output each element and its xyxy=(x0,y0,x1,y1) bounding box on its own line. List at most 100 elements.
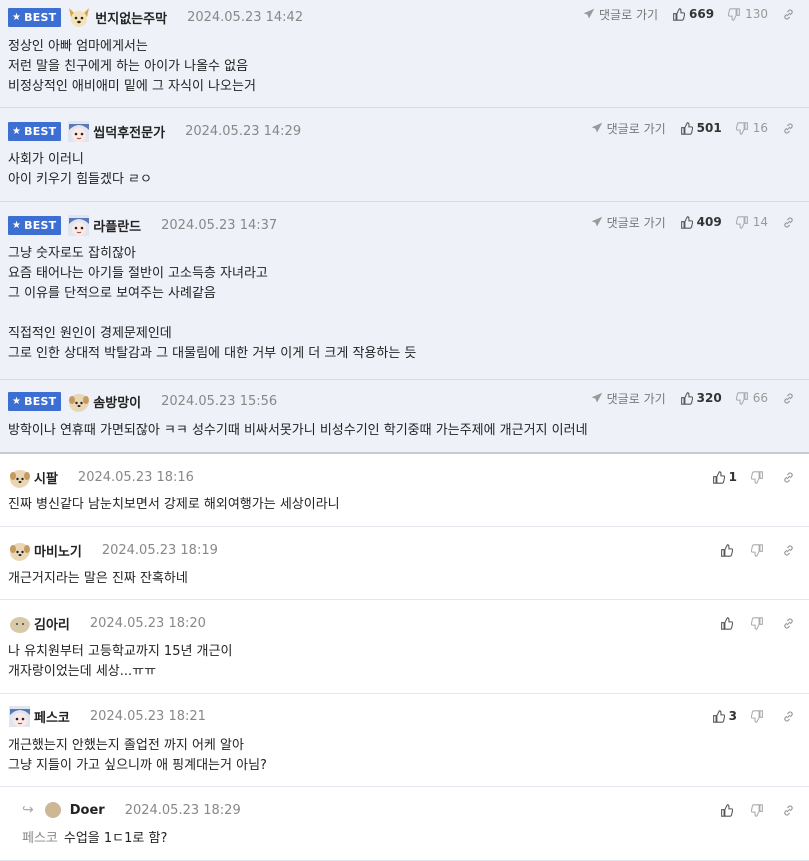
comment-line xyxy=(8,304,416,324)
nickname[interactable]: 마비노기 xyxy=(34,541,82,560)
comment-line: 아이 키우기 힘들겠다 ㄹㅇ xyxy=(8,170,152,190)
copy-link-button[interactable] xyxy=(782,617,799,630)
comment-body: 페스코 수업을 1ㄷ1로 함? xyxy=(22,829,167,849)
comment-line: 정상인 아빠 엄마에게서는 xyxy=(8,37,256,57)
comment-line-text: 진짜 병신같다 남눈치보면서 강제로 해외여행가는 세상이라니 xyxy=(8,497,340,512)
comment-line-text: 그로 인한 상대적 박탈감과 그 대물림에 대한 거부 이게 더 크게 작용하는… xyxy=(8,346,417,361)
comment-line-text: 아이 키우기 힘들겠다 ㄹㅇ xyxy=(8,172,152,187)
comment-line: 그냥 숫자로도 잡히잖아 xyxy=(8,244,416,264)
comment-line-text: 정상인 아빠 엄마에게서는 xyxy=(8,39,148,54)
comment-line: 직접적인 원인이 경제문제인데 xyxy=(8,324,416,344)
comment-header: ★ BEST 번지없는주막 2024.05.23 14:42 xyxy=(8,6,303,28)
comment-body: 개근거지라는 말은 진짜 잔혹하네 xyxy=(8,569,188,589)
comment-header: 시팔 2024.05.23 18:16 xyxy=(8,466,194,488)
comment-date: 2024.05.23 18:16 xyxy=(77,469,194,485)
puppy-avatar-icon[interactable] xyxy=(8,466,30,488)
plain-avatar-icon[interactable] xyxy=(44,801,62,819)
comment-line-text: 개근거지라는 말은 진짜 잔혹하네 xyxy=(8,571,188,586)
comment-header: 페스코 2024.05.23 18:21 xyxy=(8,705,206,727)
comment-line: 방학이나 연휴때 가면되잖아 ㅋㅋ 성수기때 비싸서못가니 비성수기인 학기중때… xyxy=(8,421,588,441)
reply-arrow-icon: ↪ xyxy=(22,802,34,818)
link-icon xyxy=(782,216,795,229)
like-button[interactable] xyxy=(720,803,737,817)
copy-link-button[interactable] xyxy=(782,544,799,557)
comment-line-text: 개근했는지 안했는지 졸업전 까지 어케 알아 xyxy=(8,738,244,753)
dislike-button[interactable]: 16 xyxy=(735,121,768,135)
dislike-button[interactable]: 14 xyxy=(735,215,768,229)
like-button[interactable]: 320 xyxy=(680,391,722,405)
comment: 김아리 2024.05.23 18:20 나 유치원부터 고등학교까지 15년 개근… xyxy=(0,600,809,694)
dislike-button[interactable] xyxy=(751,543,768,557)
puppy-avatar-icon[interactable] xyxy=(67,390,90,412)
goto-comment-link[interactable]: 댓글로 가기 xyxy=(591,214,666,231)
like-button[interactable]: 501 xyxy=(680,121,722,135)
comment-line: 개자랑이었는데 세상...ㅠㅠ xyxy=(8,662,232,682)
comment-line-text: 그냥 숫자로도 잡히잖아 xyxy=(8,246,136,261)
comment-line-text: 수업을 1ㄷ1로 함? xyxy=(63,831,168,846)
comment-body: 그냥 숫자로도 잡히잖아 요즘 태어나는 아기들 절반이 고소득층 자녀라고 그 이… xyxy=(8,244,416,364)
dislike-button[interactable] xyxy=(751,470,768,484)
copy-link-button[interactable] xyxy=(782,8,799,21)
goto-comment-link[interactable]: 댓글로 가기 xyxy=(591,120,666,137)
like-button[interactable] xyxy=(720,616,737,630)
blob-avatar-icon[interactable] xyxy=(8,612,30,634)
goto-comment-link[interactable]: 댓글로 가기 xyxy=(591,390,666,407)
nickname[interactable]: 김아리 xyxy=(34,614,70,633)
nickname[interactable]: 페스코 xyxy=(34,707,70,726)
best-badge-label: BEST xyxy=(24,218,57,232)
copy-link-button[interactable] xyxy=(782,471,799,484)
comment-actions: 1 xyxy=(698,469,799,485)
dislike-count: 16 xyxy=(752,121,768,135)
like-count: 3 xyxy=(728,709,737,723)
thumbs-down-icon xyxy=(728,7,741,21)
dislike-button[interactable]: 66 xyxy=(735,391,768,405)
like-button[interactable]: 1 xyxy=(712,470,737,484)
dislike-button[interactable] xyxy=(751,709,768,723)
comment-header: ★ BEST 솜방망이 2024.05.23 15:56 xyxy=(8,390,277,412)
dislike-button[interactable]: 130 xyxy=(728,7,768,21)
nickname[interactable]: 시팔 xyxy=(34,468,58,487)
dislike-button[interactable] xyxy=(751,803,768,817)
thumbs-up-icon xyxy=(672,7,686,21)
like-button[interactable] xyxy=(720,543,737,557)
reply-mention[interactable]: 페스코 xyxy=(22,831,58,846)
nickname[interactable]: 솜방망이 xyxy=(93,392,141,411)
comment-date: 2024.05.23 15:56 xyxy=(161,393,278,409)
copy-link-button[interactable] xyxy=(782,122,799,135)
best-badge: ★ BEST xyxy=(8,215,62,235)
nickname[interactable]: 번지없는주막 xyxy=(95,8,167,27)
comment-actions xyxy=(706,542,799,558)
nickname[interactable]: 씹덕후전문가 xyxy=(93,122,165,141)
anime-avatar-icon[interactable] xyxy=(8,705,30,727)
comment-line-text: 요즘 태어나는 아기들 절반이 고소득층 자녀라고 xyxy=(8,266,268,281)
comment-header: 김아리 2024.05.23 18:20 xyxy=(8,612,206,634)
comment-body: 사회가 이러니 아이 키우기 힘들겠다 ㄹㅇ xyxy=(8,150,152,190)
thumbs-up-icon xyxy=(680,391,693,405)
goto-comment-link[interactable]: 댓글로 가기 xyxy=(583,6,658,23)
like-button[interactable]: 409 xyxy=(680,215,722,229)
star-icon: ★ xyxy=(12,395,22,407)
link-icon xyxy=(782,710,795,723)
best-comment: ★ BEST 솜방망이 2024.05.23 15:56 댓글로 가기 320 66 방학이나… xyxy=(0,380,809,454)
like-button[interactable]: 3 xyxy=(712,709,737,723)
copy-link-button[interactable] xyxy=(782,710,799,723)
copy-link-button[interactable] xyxy=(782,216,799,229)
dislike-button[interactable] xyxy=(751,616,768,630)
comment-date: 2024.05.23 14:42 xyxy=(187,9,304,25)
copy-link-button[interactable] xyxy=(782,392,799,405)
comment-line: 개근했는지 안했는지 졸업전 까지 어케 알아 xyxy=(8,736,267,756)
comment-line: 개근거지라는 말은 진짜 잔혹하네 xyxy=(8,569,188,589)
comment-actions: 댓글로 가기 501 16 xyxy=(577,120,799,136)
link-icon xyxy=(782,392,795,405)
like-button[interactable]: 669 xyxy=(672,7,714,21)
comment-actions: 3 xyxy=(698,708,799,724)
comment-line-text: 그냥 지들이 가고 싶으니까 애 핑계대는거 아님? xyxy=(8,758,267,773)
anime-avatar-icon[interactable] xyxy=(67,214,90,236)
puppy-avatar-icon[interactable] xyxy=(8,539,30,561)
nickname[interactable]: 라플란드 xyxy=(93,216,141,235)
dog-avatar-icon[interactable] xyxy=(67,5,91,29)
copy-link-button[interactable] xyxy=(782,804,799,817)
goto-comment-label: 댓글로 가기 xyxy=(606,121,666,136)
nickname[interactable]: Doer xyxy=(70,803,105,818)
anime-avatar-icon[interactable] xyxy=(67,120,90,142)
